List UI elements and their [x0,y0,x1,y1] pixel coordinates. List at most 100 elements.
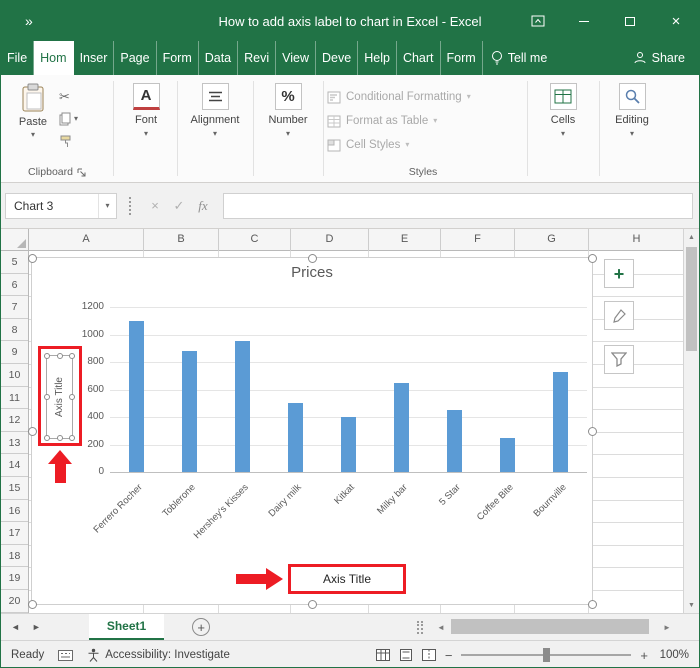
row-header-12[interactable]: 12 [1,409,28,432]
column-header-A[interactable]: A [29,229,144,251]
chart-bar[interactable] [447,410,462,472]
vertical-scroll-thumb[interactable] [686,247,697,351]
ribbon-display-options-button[interactable] [515,1,561,41]
copy-button[interactable]: ▾ [59,109,99,129]
ribbon-tab-chart[interactable]: Chart [397,41,441,75]
scroll-down-arrow[interactable]: ▼ [684,597,699,613]
ribbon-tab-page[interactable]: Page [114,41,157,75]
selection-handle[interactable] [27,599,37,609]
vertical-axis-title[interactable]: Axis Title [44,353,75,441]
row-header-19[interactable]: 19 [1,567,28,590]
column-header-B[interactable]: B [144,229,219,251]
row-header-8[interactable]: 8 [1,319,28,342]
row-header-13[interactable]: 13 [1,432,28,455]
row-header-18[interactable]: 18 [1,545,28,568]
cut-button[interactable]: ✂ [59,87,99,107]
ribbon-tab-inser[interactable]: Inser [74,41,115,75]
hscroll-left-arrow[interactable]: ◄ [433,614,449,640]
row-header-5[interactable]: 5 [1,251,28,274]
chart-bar[interactable] [288,403,303,472]
selection-handle[interactable] [44,394,50,400]
selection-handle[interactable] [44,353,50,359]
selection-handle[interactable] [307,599,317,609]
cells-group-button[interactable]: Cells ▾ [531,83,595,171]
row-header-20[interactable]: 20 [1,590,28,613]
macro-record-button[interactable] [58,649,74,661]
share-button[interactable]: Share [619,41,699,75]
formula-bar-splitter[interactable] [129,196,131,215]
ribbon-tab-view[interactable]: View [276,41,317,75]
ribbon-tab-data[interactable]: Data [199,41,239,75]
cell-styles-button[interactable]: Cell Styles ▾ [327,135,523,155]
editing-group-button[interactable]: Editing ▾ [603,83,661,171]
horizontal-axis-title[interactable]: Axis Title [323,572,371,586]
number-group-button[interactable]: % Number ▾ [255,83,321,171]
chart-bar[interactable] [553,371,568,472]
ribbon-tab-deve[interactable]: Deve [316,41,359,75]
chart-bar[interactable] [394,382,409,472]
horizontal-scrollbar[interactable] [451,618,657,636]
row-header-10[interactable]: 10 [1,364,28,387]
chart-bar[interactable] [235,341,250,472]
zoom-out-button[interactable]: − [445,648,453,663]
scroll-up-arrow[interactable]: ▲ [684,229,699,245]
ribbon-tab-form[interactable]: Form [441,41,483,75]
sheet-nav-left-arrow[interactable]: ◄ [5,614,26,640]
page-layout-view-button[interactable] [399,649,413,661]
chart-elements-button[interactable]: + [604,259,634,288]
row-header-9[interactable]: 9 [1,341,28,364]
row-header-14[interactable]: 14 [1,454,28,477]
chart-bar[interactable] [129,320,144,472]
format-as-table-button[interactable]: Format as Table ▾ [327,111,523,131]
alignment-group-button[interactable]: Alignment ▾ [179,83,251,171]
zoom-slider[interactable] [461,648,632,662]
insert-function-button[interactable]: fx [191,198,215,214]
enter-button[interactable]: ✓ [167,198,191,214]
cancel-button[interactable]: × [143,198,167,213]
selection-handle[interactable] [56,353,63,359]
selection-handle[interactable] [56,435,63,441]
selection-handle[interactable] [69,435,75,441]
quick-access-toolbar-icon[interactable]: » [25,13,33,29]
chart-object[interactable]: Prices 0 200 400 600 800 1000 1200 Ferrero Roch… [27,253,597,609]
hscroll-right-arrow[interactable]: ► [659,614,675,640]
paste-button[interactable]: Paste ▾ [9,83,57,165]
row-header-15[interactable]: 15 [1,477,28,500]
column-header-C[interactable]: C [219,229,291,251]
name-box[interactable]: Chart 3 ▾ [5,192,117,219]
row-header-6[interactable]: 6 [1,274,28,297]
selection-handle[interactable] [587,599,597,609]
zoom-slider-thumb[interactable] [543,648,551,662]
name-box-dropdown-icon[interactable]: ▾ [98,193,116,218]
format-painter-button[interactable] [59,131,99,151]
selection-handle[interactable] [587,426,597,436]
font-group-button[interactable]: A Font ▾ [117,83,175,171]
row-header-16[interactable]: 16 [1,500,28,523]
column-header-E[interactable]: E [369,229,441,251]
column-header-H[interactable]: H [589,229,685,251]
row-header-7[interactable]: 7 [1,296,28,319]
selection-handle[interactable] [69,394,75,400]
new-sheet-button[interactable]: + [192,618,211,636]
selection-handle[interactable] [307,253,317,263]
zoom-level[interactable]: 100% [657,649,689,661]
close-button[interactable]: × [653,1,699,41]
maximize-button[interactable] [607,1,653,41]
chart-filters-button[interactable] [604,345,634,374]
chart-styles-button[interactable] [604,301,634,330]
conditional-formatting-button[interactable]: Conditional Formatting ▾ [327,87,523,107]
ribbon-tab-hom[interactable]: Hom [34,41,74,75]
selection-handle[interactable] [27,253,37,263]
minimize-button[interactable] [561,1,607,41]
column-header-G[interactable]: G [515,229,589,251]
row-header-11[interactable]: 11 [1,387,28,410]
normal-view-button[interactable] [375,649,390,661]
ribbon-tab-revi[interactable]: Revi [238,41,277,75]
tell-me-button[interactable]: Tell me [483,41,556,75]
ribbon-tab-file[interactable]: File [1,41,35,75]
chart-bar[interactable] [341,417,356,472]
selection-handle[interactable] [69,353,75,359]
chart-bar[interactable] [182,351,197,472]
select-all-corner[interactable] [1,229,29,251]
ribbon-tab-form[interactable]: Form [157,41,199,75]
